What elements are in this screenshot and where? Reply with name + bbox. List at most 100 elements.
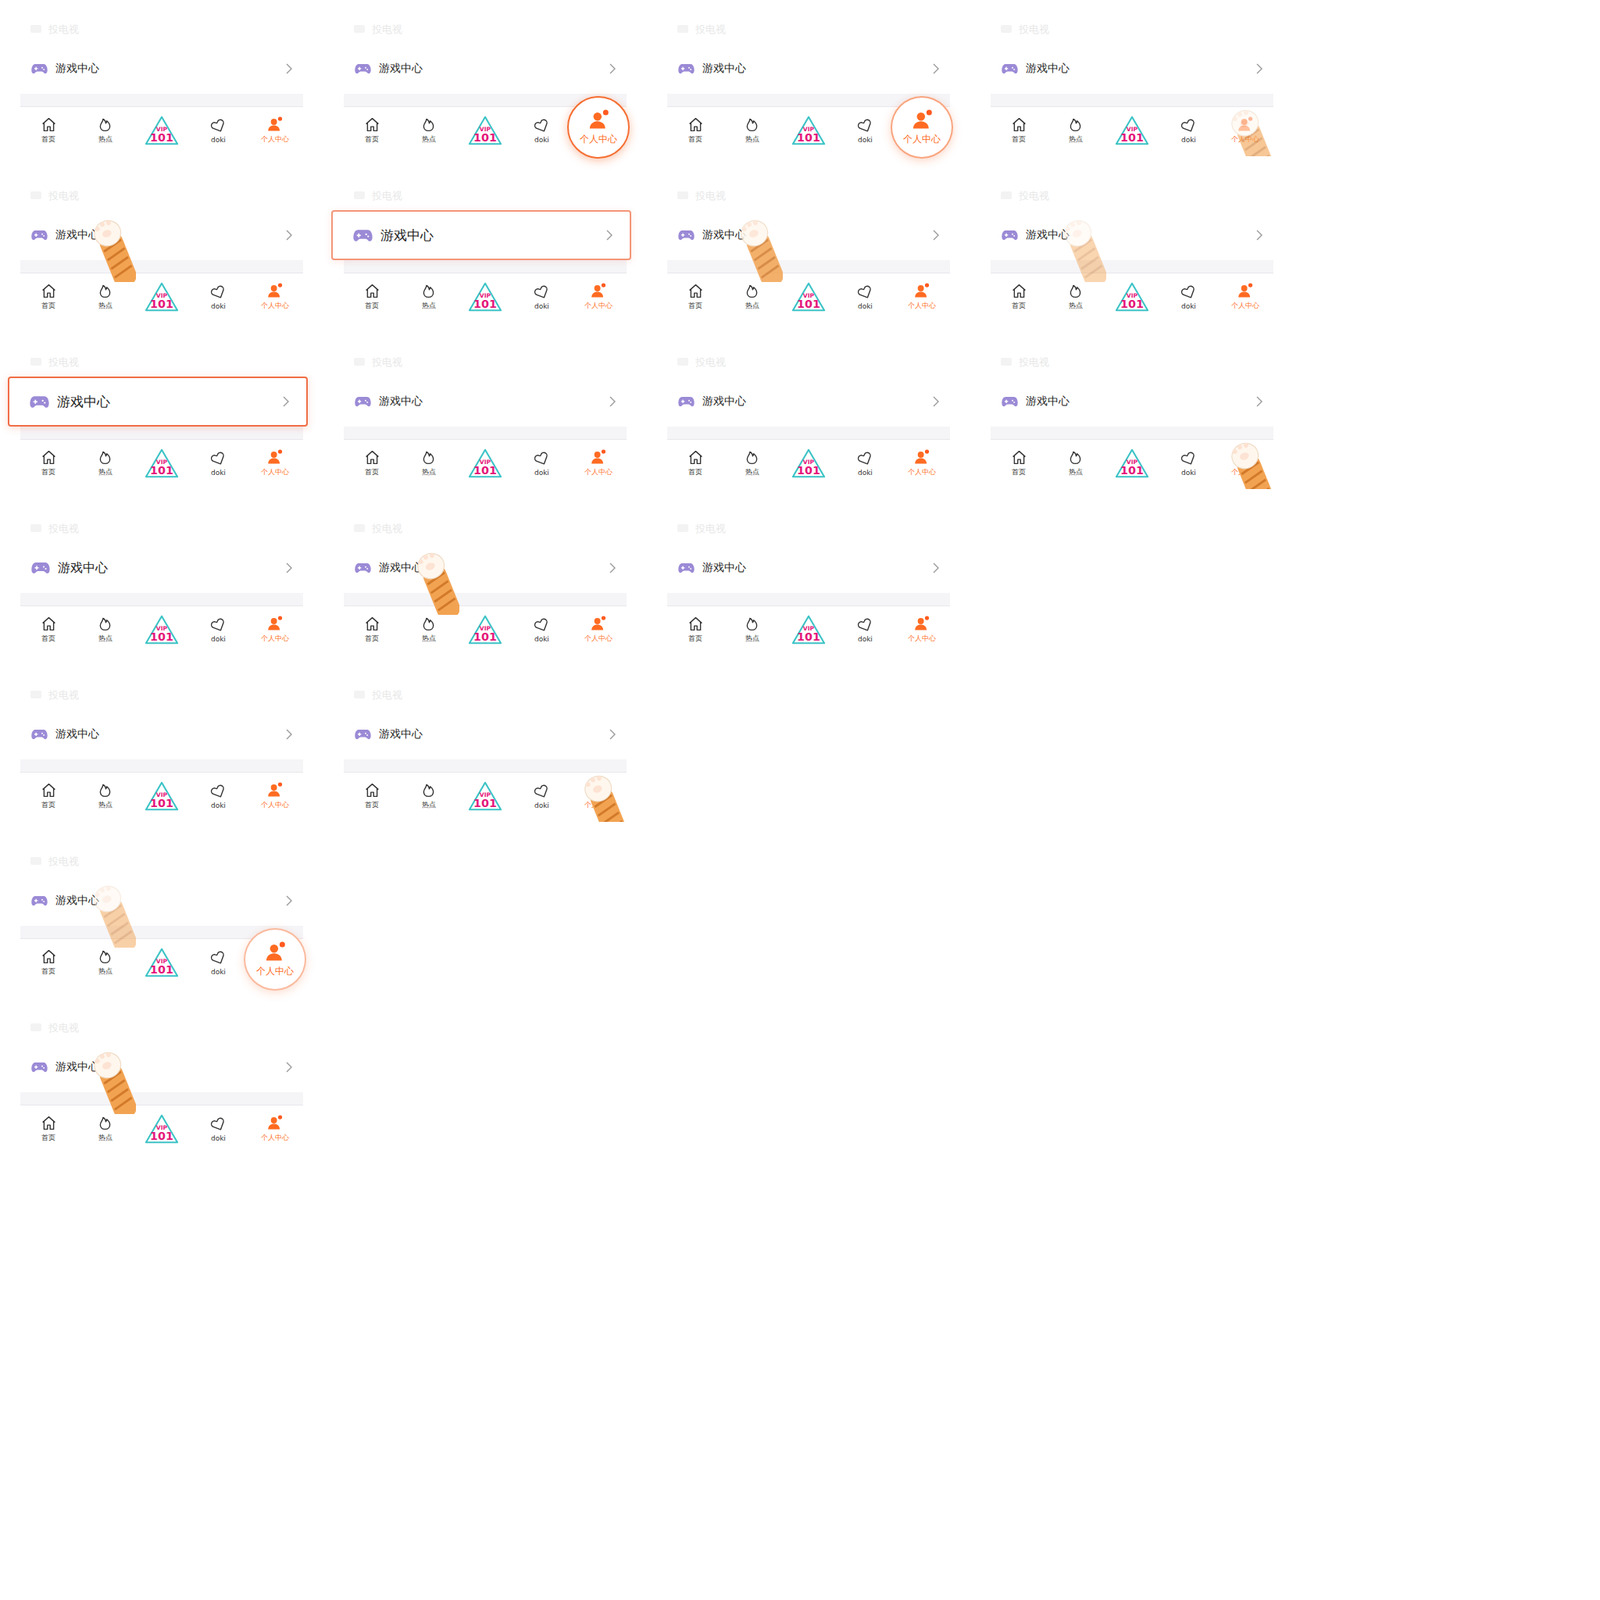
game-center-row[interactable]: 游戏中心 [667,210,950,261]
tab-item[interactable]: doki [836,439,893,487]
game-center-row[interactable]: 游戏中心 [343,542,627,593]
game-center-row[interactable]: 游戏中心 [20,210,304,261]
tab-item[interactable]: 热点 [76,772,133,820]
tab-item[interactable]: doki [189,606,247,654]
tab-item[interactable]: VIP101 [457,273,514,321]
tab-item[interactable]: doki [836,606,893,654]
tab-item[interactable]: 热点 [723,439,780,487]
tab-item[interactable]: VIP101 [133,939,190,986]
tab-item[interactable]: doki [836,107,893,154]
tab-item[interactable]: 首页 [20,107,77,154]
tab-item[interactable]: 热点 [76,107,133,154]
tab-item[interactable]: 个人中心 [570,439,627,487]
tab-item[interactable]: doki [189,439,247,487]
tab-item[interactable]: doki [1160,439,1217,487]
game-center-row[interactable]: 游戏中心 [20,1042,304,1093]
game-center-row[interactable]: 游戏中心 [667,43,950,94]
tab-item[interactable]: VIP101 [133,772,190,820]
tab-item[interactable]: 个人中心 [893,107,950,154]
tab-item[interactable]: 热点 [1046,273,1104,321]
tab-item[interactable]: doki [189,1105,247,1153]
cast-row[interactable]: 投电视 [20,182,304,211]
game-center-row[interactable]: 游戏中心 [990,43,1274,94]
tab-item[interactable]: 个人中心 [570,772,627,820]
tab-item[interactable]: VIP101 [1103,273,1161,321]
game-center-row[interactable]: 游戏中心 [990,376,1274,427]
cast-row[interactable]: 投电视 [20,681,304,710]
tab-item[interactable]: 首页 [667,273,724,321]
tab-item[interactable]: 首页 [667,606,724,654]
game-center-row[interactable]: 游戏中心 [343,376,627,427]
cast-row[interactable]: 投电视 [990,348,1274,377]
tab-item[interactable]: doki [189,772,247,820]
game-center-row[interactable]: 游戏中心 [343,43,627,94]
tab-item[interactable]: 首页 [667,439,724,487]
tab-item[interactable]: 个人中心 [1217,439,1274,487]
cast-row[interactable]: 投电视 [20,514,304,543]
tab-item[interactable]: 热点 [1046,439,1104,487]
cast-row[interactable]: 投电视 [667,182,950,211]
tab-item[interactable]: doki [513,273,570,321]
tab-item[interactable]: 热点 [76,939,133,986]
cast-row[interactable]: 投电视 [343,514,627,543]
tab-item[interactable]: VIP101 [780,273,837,321]
tab-item[interactable]: 首页 [343,439,400,487]
tab-item[interactable]: 个人中心 [246,107,304,154]
tab-item[interactable]: VIP101 [133,107,190,154]
game-center-row[interactable]: 游戏中心 [990,210,1274,261]
tab-item[interactable]: doki [1160,107,1217,154]
tab-item[interactable]: 首页 [20,439,77,487]
cast-row[interactable]: 投电视 [990,15,1274,44]
tab-item[interactable]: 首页 [990,107,1047,154]
tab-item[interactable]: 热点 [723,107,780,154]
cast-row[interactable]: 投电视 [667,15,950,44]
cast-row[interactable]: 投电视 [990,182,1274,211]
tab-item[interactable]: 个人中心 [570,606,627,654]
tab-item[interactable]: VIP101 [780,606,837,654]
game-center-row[interactable]: 游戏中心 [20,43,304,94]
tab-item[interactable]: 热点 [400,606,457,654]
tab-item[interactable]: VIP101 [457,107,514,154]
tab-item[interactable]: 个人中心 [570,107,627,154]
tab-item[interactable]: VIP101 [133,1105,190,1153]
tab-item[interactable]: 首页 [20,1105,77,1153]
tab-item[interactable]: 首页 [20,939,77,986]
tab-item[interactable]: 热点 [400,273,457,321]
tab-item[interactable]: doki [513,107,570,154]
tab-item[interactable]: doki [513,606,570,654]
game-center-row[interactable]: 游戏中心 [667,542,950,593]
tab-item[interactable]: 热点 [723,606,780,654]
tab-item[interactable]: 首页 [343,772,400,820]
tab-item[interactable]: 个人中心 [893,273,950,321]
game-center-row[interactable]: 游戏中心 [343,709,627,760]
tab-item[interactable]: doki [189,107,247,154]
game-center-row[interactable]: 游戏中心 [667,376,950,427]
tab-item[interactable]: VIP101 [780,439,837,487]
tab-item[interactable]: VIP101 [457,439,514,487]
tab-item[interactable]: 个人中心 [246,772,304,820]
tab-item[interactable]: VIP101 [133,273,190,321]
cast-row[interactable]: 投电视 [20,348,304,377]
tab-item[interactable]: VIP101 [780,107,837,154]
tab-item[interactable]: VIP101 [1103,439,1161,487]
tab-item[interactable]: VIP101 [133,606,190,654]
tab-item[interactable]: 热点 [76,606,133,654]
tab-item[interactable]: doki [1160,273,1217,321]
game-center-row[interactable]: 游戏中心 [331,210,632,261]
game-center-row[interactable]: 游戏中心 [7,376,308,427]
tab-item[interactable]: 个人中心 [246,939,304,986]
tab-item[interactable]: 个人中心 [570,273,627,321]
tab-item[interactable]: 热点 [1046,107,1104,154]
tab-item[interactable]: 首页 [990,439,1047,487]
game-center-row[interactable]: 游戏中心 [20,709,304,760]
tab-item[interactable]: 首页 [990,273,1047,321]
tab-item[interactable]: 首页 [20,772,77,820]
tab-item[interactable]: VIP101 [457,772,514,820]
tab-item[interactable]: doki [189,273,247,321]
tab-item[interactable]: VIP101 [457,606,514,654]
cast-row[interactable]: 投电视 [20,1014,304,1043]
cast-row[interactable]: 投电视 [20,15,304,44]
tab-item[interactable]: 热点 [76,1105,133,1153]
tab-item[interactable]: VIP101 [133,439,190,487]
tab-item[interactable]: 热点 [400,107,457,154]
